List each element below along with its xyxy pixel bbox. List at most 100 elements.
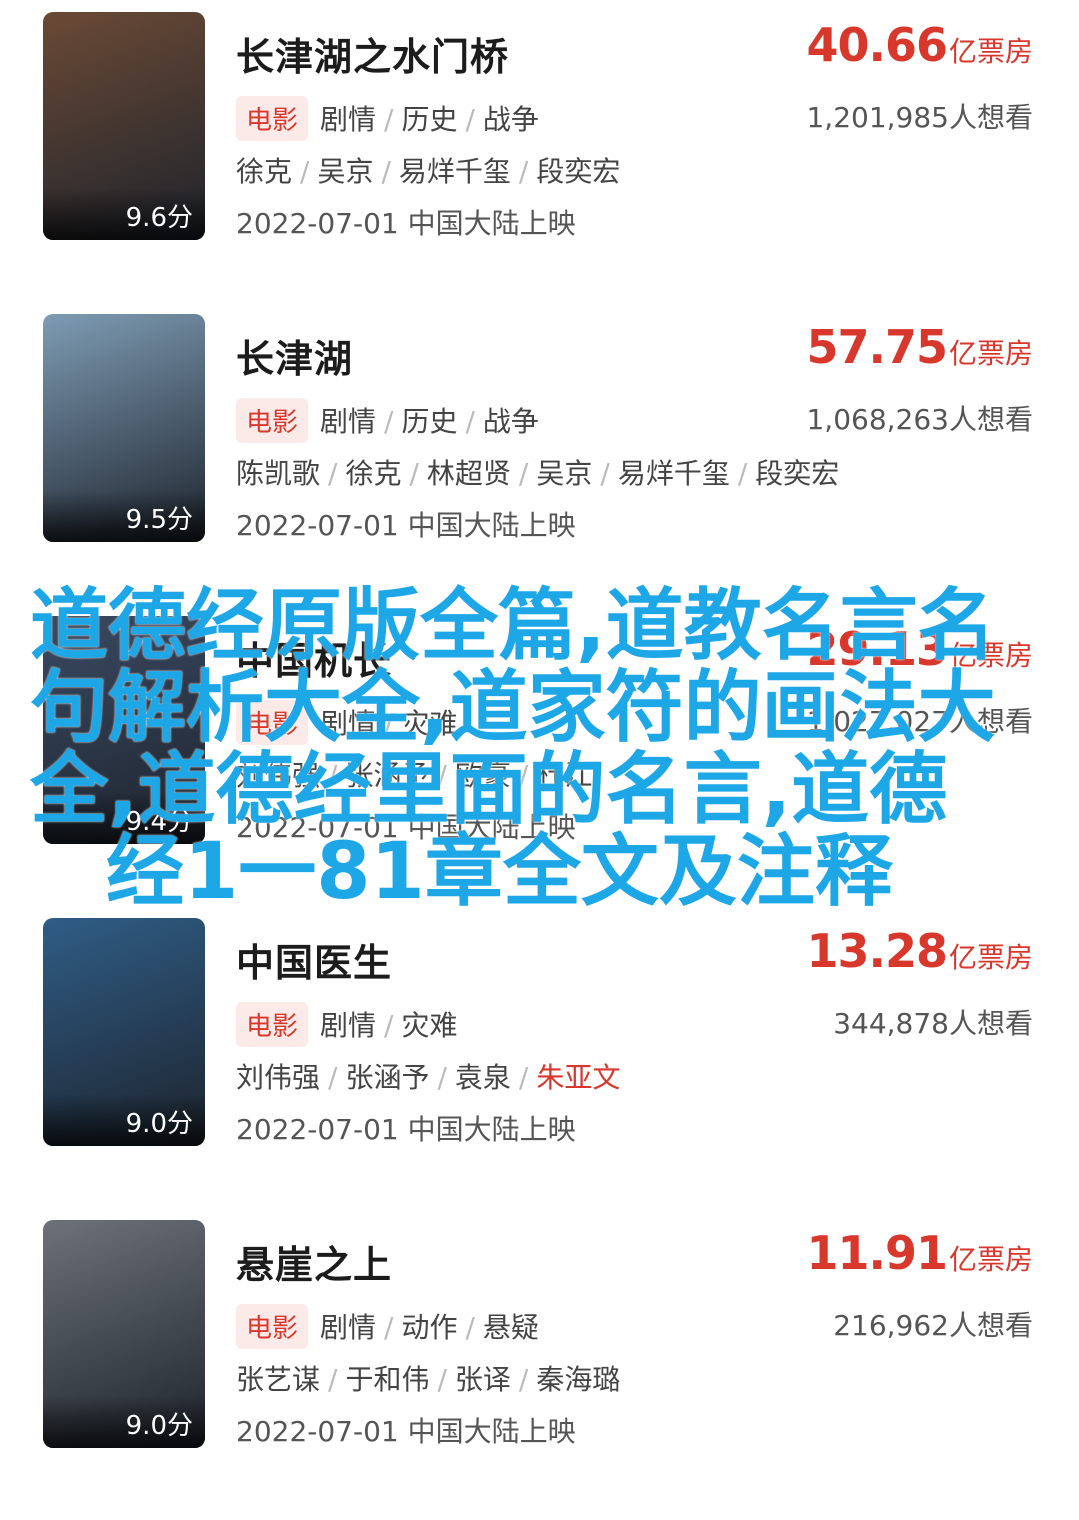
cast-item[interactable]: 张涵予 [345, 1061, 429, 1094]
release-date: 2022-07-01 中国大陆上映 [236, 207, 576, 240]
genre-row: 电影 剧情 / 灾难 [236, 1002, 457, 1047]
genre-tag: 电影 [236, 1002, 309, 1047]
want-count: 216,962人想看 [833, 1309, 1033, 1342]
cast-row: 陈凯歌 / 徐克 / 林超贤 / 吴京 / 易烊千玺 / 段奕宏 [236, 452, 839, 492]
box-office: 57.75亿票房 [806, 320, 1033, 374]
movie-title[interactable]: 悬崖之上 [236, 1234, 392, 1289]
cast-row: 张艺谋 / 于和伟 / 张译 / 秦海璐 [236, 1358, 620, 1398]
genre-item: 剧情 [320, 1311, 377, 1344]
separator: / [300, 155, 310, 188]
genre-item: 战争 [482, 405, 539, 438]
movie-title[interactable]: 中国医生 [236, 932, 392, 987]
overlay-line-3: 全,道德经里面的名言,道德 [30, 745, 948, 835]
cast-item[interactable]: 于和伟 [345, 1363, 429, 1396]
cast-row: 刘伟强 / 张涵予 / 袁泉 / 朱亚文 [236, 1056, 620, 1096]
movie-poster[interactable]: 9.0分 [43, 1220, 205, 1448]
separator: / [737, 457, 748, 490]
movie-card[interactable]: 9.0分 悬崖之上 11.91亿票房 电影 剧情 / 动作 / 悬疑 216,962人想看… [0, 1220, 1079, 1520]
genre-row: 电影 剧情 / 历史 / 战争 [236, 96, 539, 141]
movie-poster[interactable]: 9.5分 [43, 314, 205, 542]
separator: / [381, 155, 391, 188]
genre-item: 动作 [401, 1311, 458, 1344]
overlay-line-4: 经1一81章全文及注释 [106, 827, 893, 917]
cast-item[interactable]: 段奕宏 [755, 457, 839, 490]
separator: / [465, 405, 475, 438]
genre-item: 战争 [482, 103, 539, 136]
genre-item: 剧情 [320, 405, 377, 438]
box-office-unit: 亿票房 [948, 35, 1033, 68]
cast-item[interactable]: 易烊千玺 [399, 155, 511, 188]
separator: / [437, 1363, 447, 1396]
separator: / [328, 457, 338, 490]
cast-item[interactable]: 吴京 [317, 155, 373, 188]
movie-poster[interactable]: 9.6分 [43, 12, 205, 240]
genre-row: 电影 剧情 / 动作 / 悬疑 [236, 1304, 539, 1349]
cast-item[interactable]: 陈凯歌 [236, 457, 320, 490]
separator: / [328, 1363, 338, 1396]
cast-item[interactable]: 林超贤 [427, 457, 511, 490]
score-badge: 9.0分 [43, 1396, 205, 1448]
movie-title[interactable]: 长津湖 [236, 328, 353, 383]
box-office: 13.28亿票房 [806, 924, 1033, 978]
want-count: 1,201,985人想看 [806, 101, 1033, 134]
cast-item[interactable]: 易烊千玺 [618, 457, 730, 490]
box-office: 40.66亿票房 [806, 18, 1033, 72]
cast-item[interactable]: 秦海璐 [536, 1363, 620, 1396]
cast-row: 徐克 / 吴京 / 易烊千玺 / 段奕宏 [236, 150, 620, 190]
movie-card[interactable]: 9.5分 长津湖 57.75亿票房 电影 剧情 / 历史 / 战争 1,068,263人想… [0, 314, 1079, 614]
separator: / [465, 103, 475, 136]
overlay-line-2: 句解析大全,道家符的画法大 [30, 663, 996, 753]
box-office: 11.91亿票房 [806, 1226, 1033, 1280]
box-office-value: 57.75 [806, 320, 948, 374]
cast-item[interactable]: 朱亚文 [536, 1061, 620, 1094]
movie-title[interactable]: 长津湖之水门桥 [236, 26, 509, 81]
overlay-line-1: 道德经原版全篇,道教名言名 [30, 581, 996, 671]
separator: / [465, 1311, 475, 1344]
movie-card[interactable]: 9.0分 中国医生 13.28亿票房 电影 剧情 / 灾难 344,878人想看 刘伟… [0, 918, 1079, 1218]
cast-item[interactable]: 张译 [455, 1363, 511, 1396]
box-office-value: 11.91 [806, 1226, 948, 1280]
cast-item[interactable]: 吴京 [536, 457, 592, 490]
separator: / [384, 405, 394, 438]
score-badge: 9.0分 [43, 1094, 205, 1146]
release-date: 2022-07-01 中国大陆上映 [236, 509, 576, 542]
release-date: 2022-07-01 中国大陆上映 [236, 1113, 576, 1146]
box-office-value: 40.66 [806, 18, 948, 72]
genre-item: 灾难 [401, 1009, 458, 1042]
cast-item[interactable]: 徐克 [345, 457, 401, 490]
separator: / [518, 1363, 529, 1396]
want-count: 344,878人想看 [833, 1007, 1033, 1040]
box-office-unit: 亿票房 [948, 1243, 1033, 1276]
genre-item: 历史 [401, 103, 458, 136]
cast-item[interactable]: 刘伟强 [236, 1061, 320, 1094]
separator: / [518, 457, 529, 490]
genre-tag: 电影 [236, 96, 309, 141]
separator: / [384, 1311, 394, 1344]
genre-row: 电影 剧情 / 历史 / 战争 [236, 398, 539, 443]
separator: / [437, 1061, 447, 1094]
separator: / [328, 1061, 338, 1094]
genre-tag: 电影 [236, 1304, 309, 1349]
cast-item[interactable]: 袁泉 [455, 1061, 511, 1094]
genre-item: 剧情 [320, 103, 377, 136]
genre-tag: 电影 [236, 398, 309, 443]
overlay-headline: 道德经原版全篇,道教名言名 句解析大全,道家符的画法大 全,道德经里面的名言,道… [30, 585, 1020, 913]
separator: / [518, 1061, 529, 1094]
score-badge: 9.6分 [43, 188, 205, 240]
separator: / [384, 1009, 394, 1042]
genre-item: 悬疑 [482, 1311, 539, 1344]
release-date: 2022-07-01 中国大陆上映 [236, 1415, 576, 1448]
box-office-value: 13.28 [806, 924, 948, 978]
movie-poster[interactable]: 9.0分 [43, 918, 205, 1146]
box-office-unit: 亿票房 [948, 941, 1033, 974]
separator: / [409, 457, 419, 490]
cast-item[interactable]: 张艺谋 [236, 1363, 320, 1396]
movie-card[interactable]: 9.6分 长津湖之水门桥 40.66亿票房 电影 剧情 / 历史 / 战争 1,201,9… [0, 12, 1079, 312]
box-office-unit: 亿票房 [948, 337, 1033, 370]
cast-item[interactable]: 段奕宏 [536, 155, 620, 188]
separator: / [384, 103, 394, 136]
cast-item[interactable]: 徐克 [236, 155, 292, 188]
genre-item: 剧情 [320, 1009, 377, 1042]
want-count: 1,068,263人想看 [806, 403, 1033, 436]
score-badge: 9.5分 [43, 490, 205, 542]
